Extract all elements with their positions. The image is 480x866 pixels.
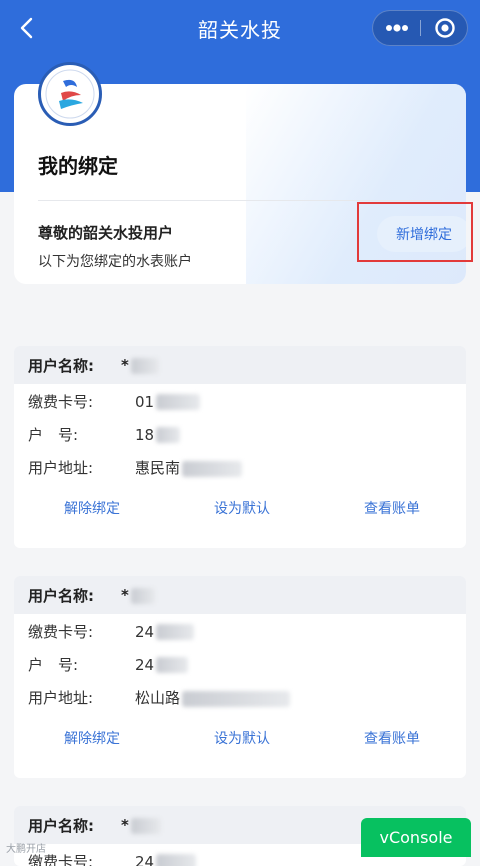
field-label: 缴费卡号: [28, 621, 135, 642]
field-value: 18 [135, 426, 180, 444]
watermark: 大鹏开店 [6, 840, 46, 855]
account-card: 用户名称: * 缴费卡号: 24 户 号: 24 用户地址: 松山路 解除绑定 … [14, 576, 466, 778]
greeting-text: 尊敬的韶关水投用户 [38, 222, 173, 243]
field-label: 户 号: [28, 654, 135, 675]
address-row: 用户地址: 惠民南 [14, 451, 466, 484]
field-value: 24 [135, 656, 188, 674]
more-button[interactable] [373, 11, 421, 45]
field-value: 01 [135, 393, 200, 411]
field-label: 用户地址: [28, 687, 135, 708]
field-label: 用户地址: [28, 457, 135, 478]
field-label: 用户名称: [28, 355, 94, 376]
field-value: * [121, 816, 161, 834]
field-label: 户 号: [28, 424, 135, 445]
account-name-row: 用户名称: * [14, 576, 466, 614]
company-logo [38, 62, 102, 126]
field-value: * [121, 356, 159, 374]
account-actions: 解除绑定 设为默认 查看账单 [14, 484, 466, 532]
field-value: * [121, 586, 155, 604]
card-number-row: 缴费卡号: 01 [14, 385, 466, 418]
section-heading: 我的绑定 [38, 150, 118, 179]
unbind-button[interactable]: 解除绑定 [64, 728, 120, 748]
mini-program-capsule [372, 10, 468, 46]
field-value: 24 [135, 853, 196, 866]
account-name-row: 用户名称: * [14, 346, 466, 384]
set-default-button[interactable]: 设为默认 [214, 498, 270, 518]
unbind-button[interactable]: 解除绑定 [64, 498, 120, 518]
account-actions: 解除绑定 设为默认 查看账单 [14, 714, 466, 762]
account-card: 用户名称: * 缴费卡号: 01 户 号: 18 用户地址: 惠民南 解除绑定 … [14, 346, 466, 548]
view-bill-button[interactable]: 查看账单 [364, 728, 420, 748]
household-number-row: 户 号: 24 [14, 648, 466, 681]
subtitle-text: 以下为您绑定的水表账户 [38, 251, 192, 271]
divider [38, 200, 442, 201]
household-number-row: 户 号: 18 [14, 418, 466, 451]
more-dots-icon [385, 24, 409, 32]
field-value: 24 [135, 623, 194, 641]
field-label: 缴费卡号: [28, 391, 135, 412]
vconsole-button[interactable]: vConsole [361, 818, 471, 857]
annotation-highlight-box [357, 202, 473, 262]
water-company-logo-icon [41, 65, 99, 123]
card-number-row: 缴费卡号: 24 [14, 615, 466, 648]
view-bill-button[interactable]: 查看账单 [364, 498, 420, 518]
target-circle-icon [434, 17, 456, 39]
field-value: 惠民南 [135, 457, 242, 478]
field-label: 用户名称: [28, 815, 94, 836]
field-label: 用户名称: [28, 585, 94, 606]
address-row: 用户地址: 松山路 [14, 681, 466, 714]
field-value: 松山路 [135, 687, 290, 708]
close-mini-program-button[interactable] [421, 11, 469, 45]
set-default-button[interactable]: 设为默认 [214, 728, 270, 748]
navigation-bar: 韶关水投 [0, 0, 480, 58]
